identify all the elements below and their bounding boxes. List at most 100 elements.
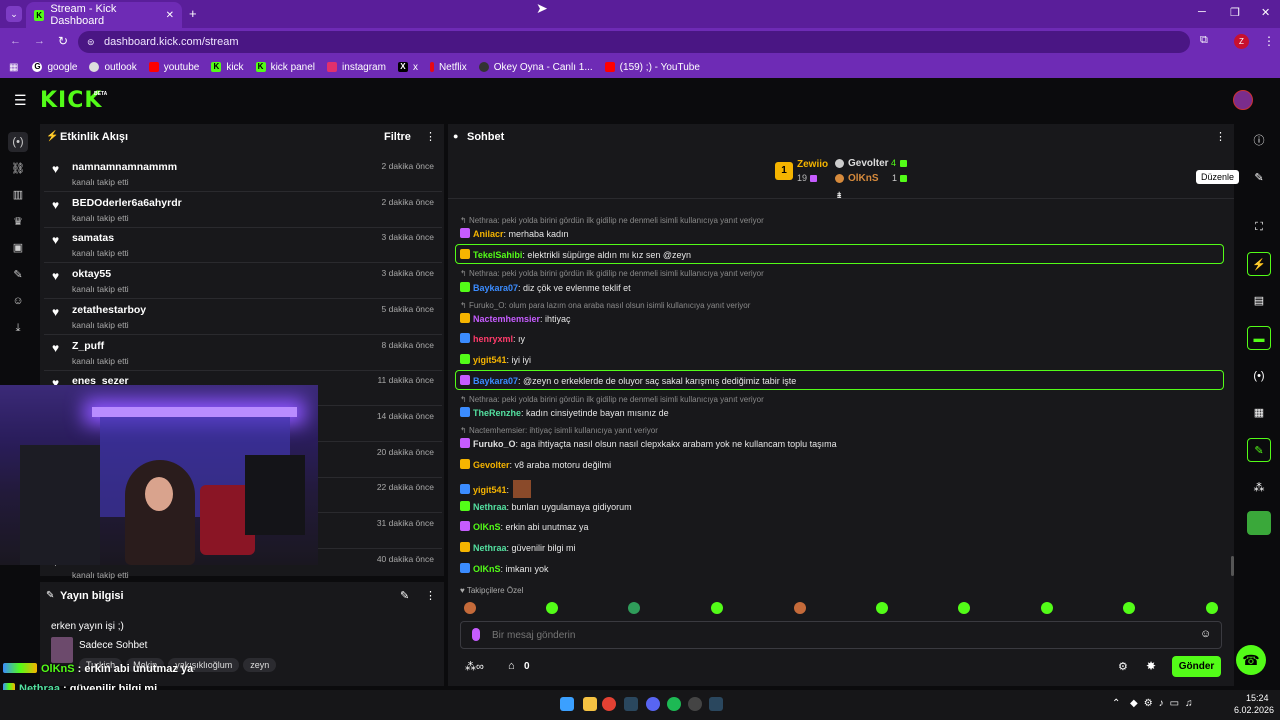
nav-analytics-icon[interactable]: ▥	[8, 185, 28, 205]
chat-toggle-icon[interactable]: ▬	[1247, 326, 1271, 350]
extensions-icon[interactable]: ⧉	[1200, 34, 1208, 47]
chat-message[interactable]: Baykara07: @zeyn o erkeklerde de oluyor …	[460, 375, 796, 386]
broadcast-icon[interactable]: (•)	[1247, 364, 1271, 388]
emote-button[interactable]	[464, 602, 476, 614]
chat-message[interactable]: Baykara07: diz çök ve evlenme teklif et	[460, 282, 631, 293]
chat-username[interactable]: Furuko_O	[473, 439, 516, 449]
chat-message[interactable]: Nethraa: bunları uygulamaya gidiyorum	[460, 501, 632, 512]
forward-icon[interactable]: →	[34, 35, 45, 47]
chat-message[interactable]: Anilacr: merhaba kadın	[460, 228, 569, 239]
chat-message-field[interactable]	[492, 626, 1182, 644]
browser-menu-icon[interactable]: ⋮	[1263, 34, 1275, 48]
chat-username[interactable]: Gevolter	[473, 460, 510, 470]
activity-user-name[interactable]: zetathestarboy	[72, 304, 146, 316]
browser-tab-active[interactable]: K Stream - Kick Dashboard ✕	[26, 2, 182, 28]
mic-icon[interactable]	[472, 628, 480, 641]
chat-username[interactable]: Anilacr	[473, 229, 504, 239]
info-icon[interactable]: ⓘ	[1247, 129, 1271, 153]
stream-info-menu-icon[interactable]: ⋮	[425, 589, 436, 602]
discord-icon[interactable]	[646, 697, 660, 711]
activity-user-name[interactable]: Z_puff	[72, 340, 104, 352]
activity-user-name[interactable]: oktay55	[72, 268, 111, 280]
bookmark-okey[interactable]: Okey Oyna - Canlı 1...	[478, 62, 593, 73]
emote-button[interactable]	[711, 602, 723, 614]
reply-context[interactable]: ↰ Nethraa: peki yolda birini gördün ilk …	[460, 395, 764, 404]
chat-message[interactable]: Nactemhemsier: ihtiyaç	[460, 313, 571, 324]
chat-username[interactable]: Nactemhemsier	[473, 314, 540, 324]
chat-username[interactable]: Nethraa	[473, 502, 507, 512]
activity-user-name[interactable]: samatas	[72, 232, 114, 244]
leaderboard-first-name[interactable]: Zewiio	[797, 159, 828, 170]
emote-button[interactable]	[794, 602, 806, 614]
store-icon[interactable]: ⌂	[508, 660, 515, 672]
tray-icons[interactable]: ◆⚙♪▭♫	[1130, 698, 1199, 709]
spotify-icon[interactable]	[667, 697, 681, 711]
chat-scrollbar[interactable]	[1231, 556, 1234, 576]
chat-username[interactable]: Baykara07	[473, 283, 518, 293]
steam-icon[interactable]	[709, 697, 723, 711]
chat-message[interactable]: henryxml: ıy	[460, 333, 525, 344]
reload-icon[interactable]: ↻	[58, 34, 68, 48]
reply-context[interactable]: ↰ Furuko_O: olum para lazım ona araba na…	[460, 301, 750, 310]
layout-icon[interactable]: ▦	[1247, 401, 1271, 425]
chat-menu-icon[interactable]: ⋮	[1215, 130, 1226, 143]
app-icon[interactable]	[1247, 511, 1271, 535]
send-button[interactable]: Gönder	[1172, 656, 1221, 677]
chat-message[interactable]: OlKnS: imkanı yok	[460, 563, 549, 574]
chat-username[interactable]: OlKnS	[473, 564, 501, 574]
emoji-icon[interactable]: ☺	[1200, 628, 1211, 640]
chat-message[interactable]: yigit541: iyi iyi	[460, 354, 531, 365]
reply-context[interactable]: ↰ Nactemhemsier: ihtiyaç isimli kullanıc…	[460, 426, 658, 435]
minimize-icon[interactable]: ─	[1198, 6, 1206, 18]
new-tab-button[interactable]: +	[189, 6, 197, 21]
notes-icon[interactable]: ▤	[1247, 289, 1271, 313]
bookmark-netflix[interactable]: Netflix	[429, 62, 467, 73]
nav-users-icon[interactable]: ☺	[8, 291, 28, 311]
bookmark-instagram[interactable]: instagram	[327, 62, 386, 73]
close-window-icon[interactable]: ✕	[1261, 6, 1270, 19]
chat-message[interactable]: Furuko_O: aga ihtiyaçta nasıl olsun nası…	[460, 438, 837, 449]
filter-button[interactable]: Filtre	[384, 131, 411, 143]
file-explorer-icon[interactable]	[583, 697, 597, 711]
screenshot-icon[interactable]: ⛶	[1247, 215, 1271, 239]
chat-username[interactable]: yigit541	[473, 355, 507, 365]
tab-close-icon[interactable]: ✕	[166, 10, 174, 21]
chat-message[interactable]: TekelSahibi: elektrikli süpürge aldın mı…	[460, 249, 691, 260]
chat-username[interactable]: yigit541	[473, 485, 507, 495]
leaderboard-second-name[interactable]: Gevolter	[848, 158, 889, 169]
chat-username[interactable]: henryxml	[473, 334, 513, 344]
activity-user-name[interactable]: BEDOderler6a6ahyrdr	[72, 197, 182, 209]
nav-stream-icon[interactable]: (•)	[8, 132, 28, 152]
tray-up-icon[interactable]: ⌃	[1112, 698, 1120, 709]
chat-message[interactable]: TheRenzhe: kadın cinsiyetinde bayan mısı…	[460, 407, 669, 418]
nav-trophy-icon[interactable]: ♛	[8, 212, 28, 232]
chat-username[interactable]: OlKnS	[473, 522, 501, 532]
bookmark-x[interactable]: Xx	[397, 62, 418, 73]
chat-message[interactable]: OlKnS: erkin abi unutmaz ya	[460, 521, 589, 532]
chat-username[interactable]: TheRenzhe	[473, 408, 521, 418]
apps-icon[interactable]: ▦	[9, 62, 18, 73]
chat-settings-icon[interactable]: ⚙	[1118, 660, 1128, 673]
reply-context[interactable]: ↰ Nethraa: peki yolda birini gördün ilk …	[460, 269, 764, 278]
bookmark-kick[interactable]: Kkick	[211, 62, 244, 73]
windows-start-icon[interactable]	[560, 697, 574, 711]
obs-icon[interactable]	[688, 697, 702, 711]
chat-username[interactable]: TekelSahibi	[473, 250, 522, 260]
quick-action-icon[interactable]: ⚡	[1247, 252, 1271, 276]
user-avatar[interactable]	[1233, 90, 1253, 110]
url-input[interactable]: ⊜ dashboard.kick.com/stream	[78, 31, 1190, 53]
chrome-icon[interactable]	[602, 697, 616, 711]
back-icon[interactable]: ←	[10, 35, 21, 47]
emote-button[interactable]	[1206, 602, 1218, 614]
nav-link-icon[interactable]: ⛓	[8, 159, 28, 179]
bookmark-youtube[interactable]: youtube	[148, 62, 199, 73]
activity-menu-icon[interactable]: ⋮	[425, 130, 436, 143]
activity-user-name[interactable]: namnamnamnammm	[72, 161, 177, 173]
profile-avatar[interactable]: Z	[1234, 34, 1249, 49]
chat-username[interactable]: Nethraa	[473, 543, 507, 553]
chat-message[interactable]: yigit541:	[460, 480, 532, 498]
edit-stream-info-icon[interactable]: ✎	[400, 589, 409, 602]
edit-icon[interactable]: ✎	[1247, 166, 1271, 190]
clock-time[interactable]: 15:24	[1246, 693, 1269, 703]
emote-button[interactable]	[628, 602, 640, 614]
